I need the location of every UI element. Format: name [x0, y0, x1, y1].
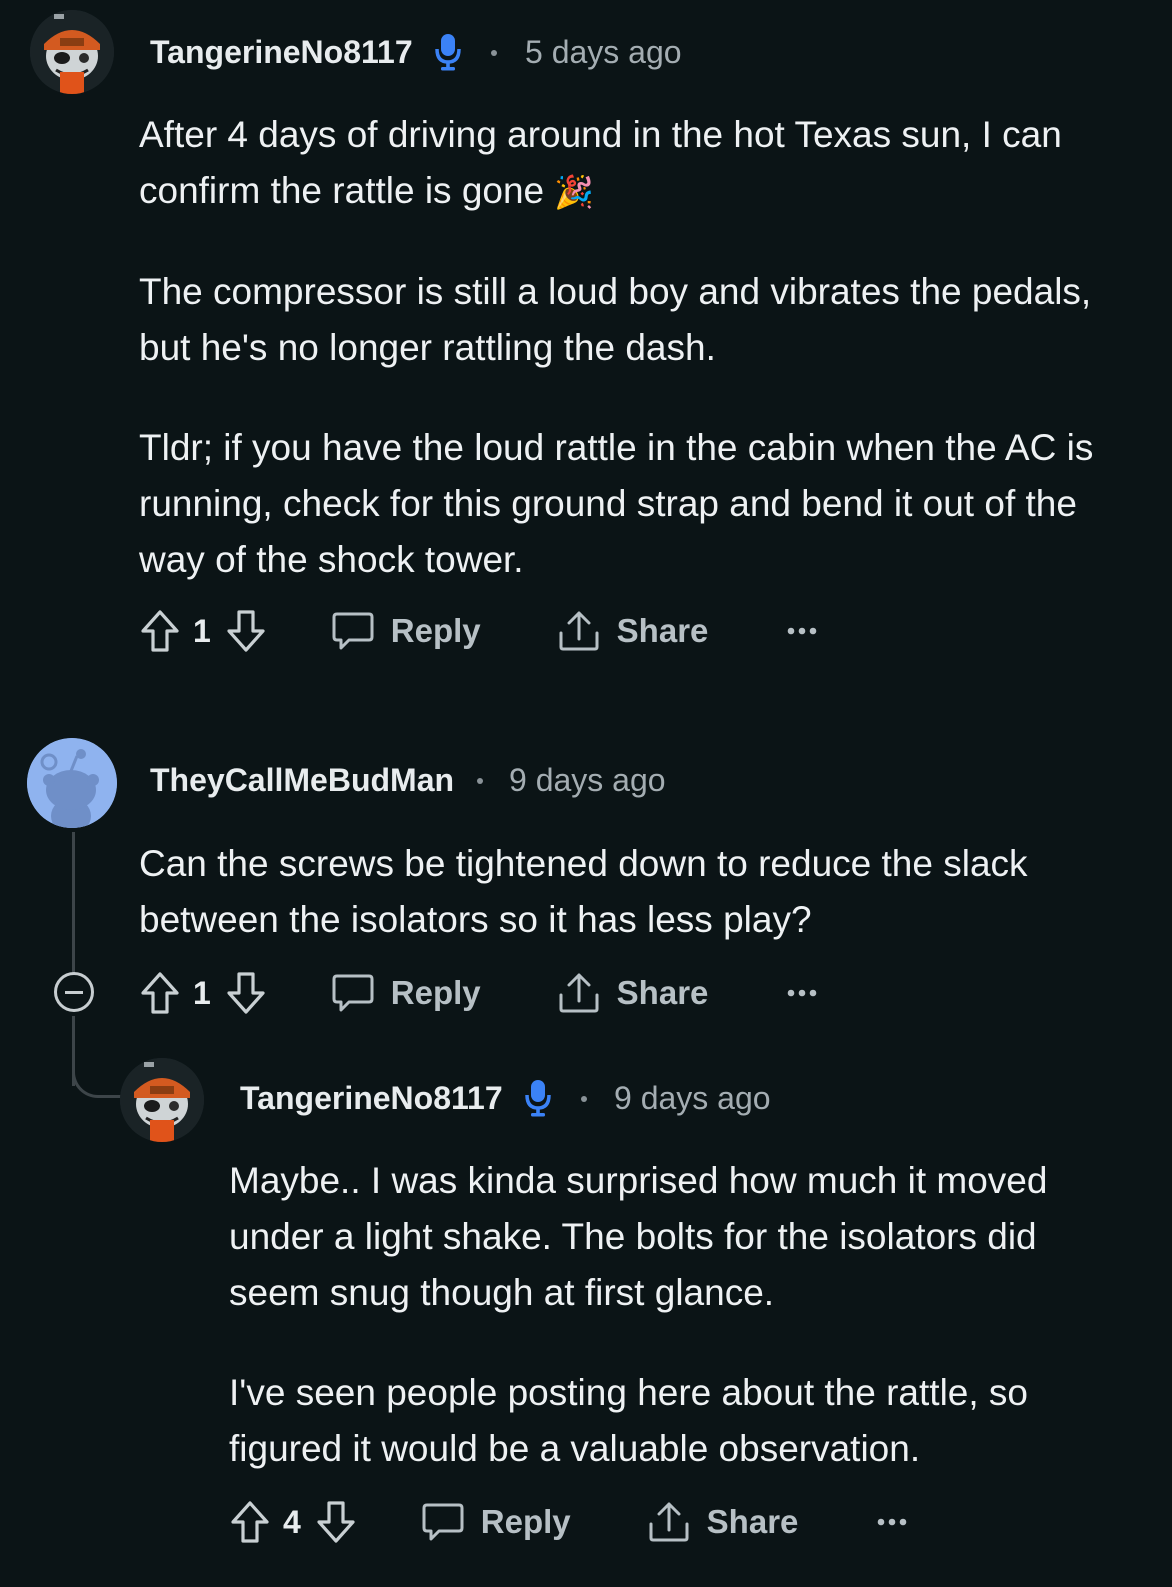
comment-timestamp: 5 days ago	[525, 34, 682, 70]
party-popper-emoji: 🎉	[554, 174, 595, 210]
thread-line	[72, 832, 75, 974]
comment-icon	[332, 974, 374, 1012]
more-icon	[878, 1518, 907, 1526]
more-options-button[interactable]	[876, 1517, 924, 1527]
separator-dot	[581, 1096, 587, 1102]
separator-dot	[491, 50, 497, 56]
avatar[interactable]	[27, 738, 117, 828]
separator-dot	[477, 778, 483, 784]
comment-paragraph: Can the screws be tightened down to redu…	[139, 843, 1028, 940]
share-icon	[559, 611, 599, 651]
comment-paragraph: After 4 days of driving around in the ho…	[139, 114, 1062, 211]
downvote-icon[interactable]	[225, 608, 267, 654]
comment-timestamp: 9 days ago	[614, 1080, 771, 1116]
reply-button[interactable]: Reply	[421, 1501, 571, 1543]
share-icon	[649, 1502, 689, 1542]
comment-timestamp: 9 days ago	[509, 762, 666, 798]
microphone-icon	[434, 32, 462, 77]
microphone-icon	[524, 1078, 552, 1123]
upvote-icon[interactable]	[139, 608, 181, 654]
share-label: Share	[616, 612, 709, 649]
comment-body: Can the screws be tightened down to redu…	[139, 836, 1119, 948]
collapse-thread-button[interactable]	[54, 972, 94, 1012]
reply-label: Reply	[390, 974, 481, 1011]
upvote-icon[interactable]	[229, 1499, 271, 1545]
reply-label: Reply	[390, 612, 481, 649]
vote-count: 4	[283, 1503, 301, 1540]
thread-connector	[72, 1050, 122, 1098]
more-icon	[788, 627, 817, 635]
comment-body: Maybe.. I was kinda surprised how much i…	[229, 1153, 1129, 1477]
comment-paragraph: I've seen people posting here about the …	[229, 1372, 1029, 1469]
comment-body: After 4 days of driving around in the ho…	[139, 107, 1139, 588]
comment-paragraph: Tldr; if you have the loud rattle in the…	[139, 427, 1094, 580]
share-button[interactable]: Share	[557, 609, 709, 653]
share-button[interactable]: Share	[557, 971, 709, 1015]
comment-icon	[422, 1503, 464, 1541]
collapse-icon	[65, 990, 83, 994]
share-label: Share	[616, 974, 709, 1011]
reply-button[interactable]: Reply	[331, 972, 481, 1014]
comment-actions: 1 Reply Share	[139, 968, 834, 1018]
downvote-icon[interactable]	[225, 970, 267, 1016]
avatar[interactable]	[30, 10, 114, 94]
more-options-button[interactable]	[786, 988, 834, 998]
avatar[interactable]	[120, 1058, 204, 1142]
vote-count: 1	[193, 612, 211, 649]
comment-paragraph: Maybe.. I was kinda surprised how much i…	[229, 1160, 1048, 1313]
more-options-button[interactable]	[786, 626, 834, 636]
reply-label: Reply	[480, 1503, 571, 1540]
downvote-icon[interactable]	[315, 1499, 357, 1545]
vote-control: 4	[229, 1499, 357, 1545]
vote-count: 1	[193, 974, 211, 1011]
upvote-icon[interactable]	[139, 970, 181, 1016]
more-icon	[788, 989, 817, 997]
vote-control: 1	[139, 608, 267, 654]
comment-actions: 1 Reply Share	[139, 606, 834, 656]
comment-actions: 4 Reply Share	[229, 1497, 924, 1547]
comment-icon	[332, 612, 374, 650]
comment-author[interactable]: TangerineNo8117	[240, 1080, 503, 1117]
share-button[interactable]: Share	[647, 1500, 799, 1544]
comment-author[interactable]: TheyCallMeBudMan	[150, 762, 454, 799]
share-label: Share	[706, 1503, 799, 1540]
comment-paragraph: The compressor is still a loud boy and v…	[139, 271, 1092, 368]
reply-button[interactable]: Reply	[331, 610, 481, 652]
comment-author[interactable]: TangerineNo8117	[150, 34, 413, 71]
vote-control: 1	[139, 970, 267, 1016]
share-icon	[559, 973, 599, 1013]
